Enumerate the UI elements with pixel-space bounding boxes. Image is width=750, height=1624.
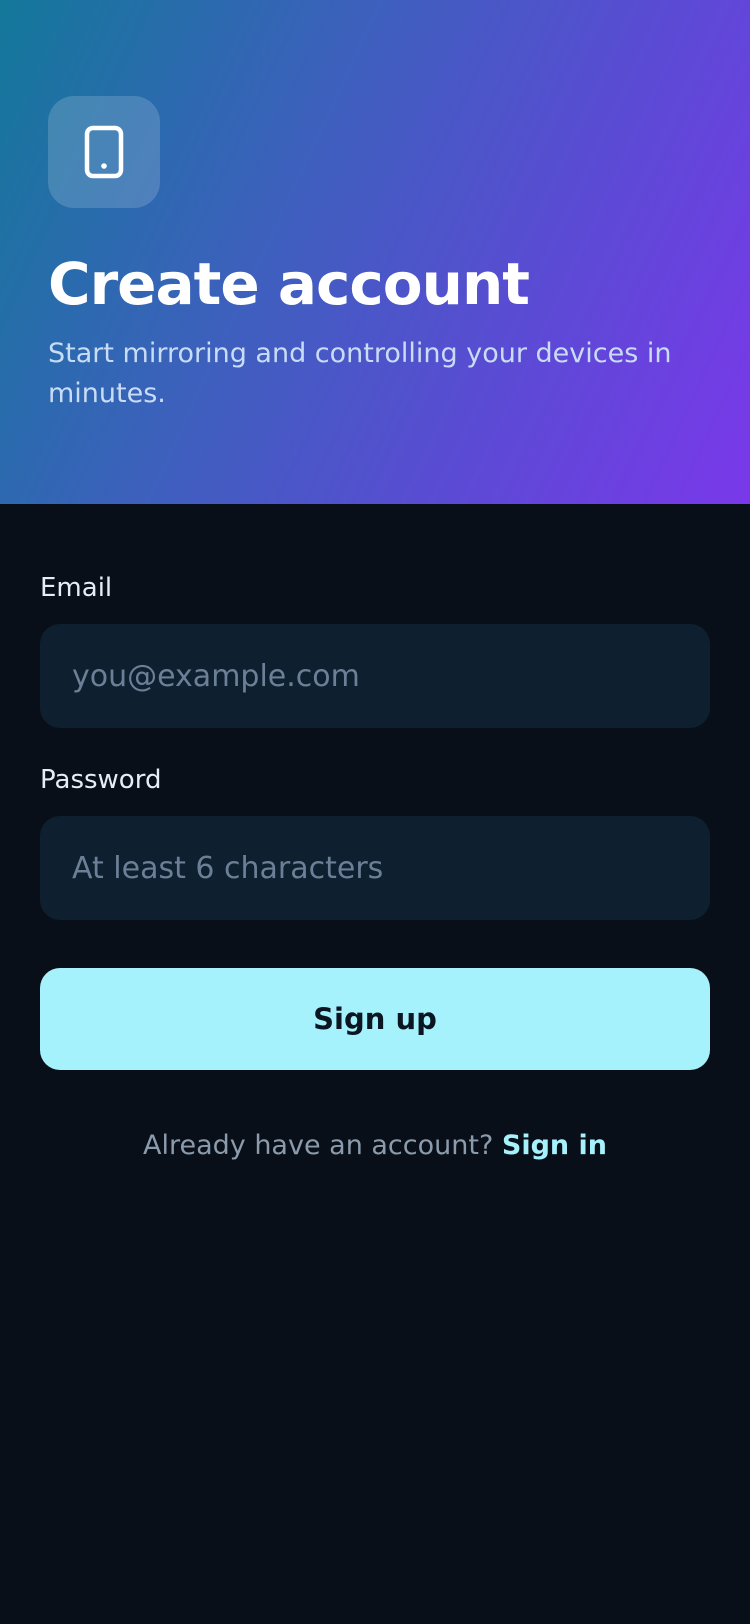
app-logo [48,96,160,208]
password-field-container [40,816,710,920]
sign-in-link[interactable]: Sign in [502,1130,607,1161]
password-field[interactable] [40,816,710,920]
smartphone-icon [84,125,124,179]
page-title: Create account [48,250,530,318]
email-label: Email [40,573,113,603]
sign-in-prompt-text: Already have an account? [142,1130,502,1161]
sign-in-prompt: Already have an account? Sign in [0,1126,750,1166]
sign-up-button[interactable]: Sign up [40,968,710,1070]
page-subtitle: Start mirroring and controlling your dev… [48,338,672,409]
email-field-container [40,624,710,728]
email-field[interactable] [40,624,710,728]
password-label: Password [40,765,162,795]
header-banner: Create account Start mirroring and contr… [0,0,750,504]
